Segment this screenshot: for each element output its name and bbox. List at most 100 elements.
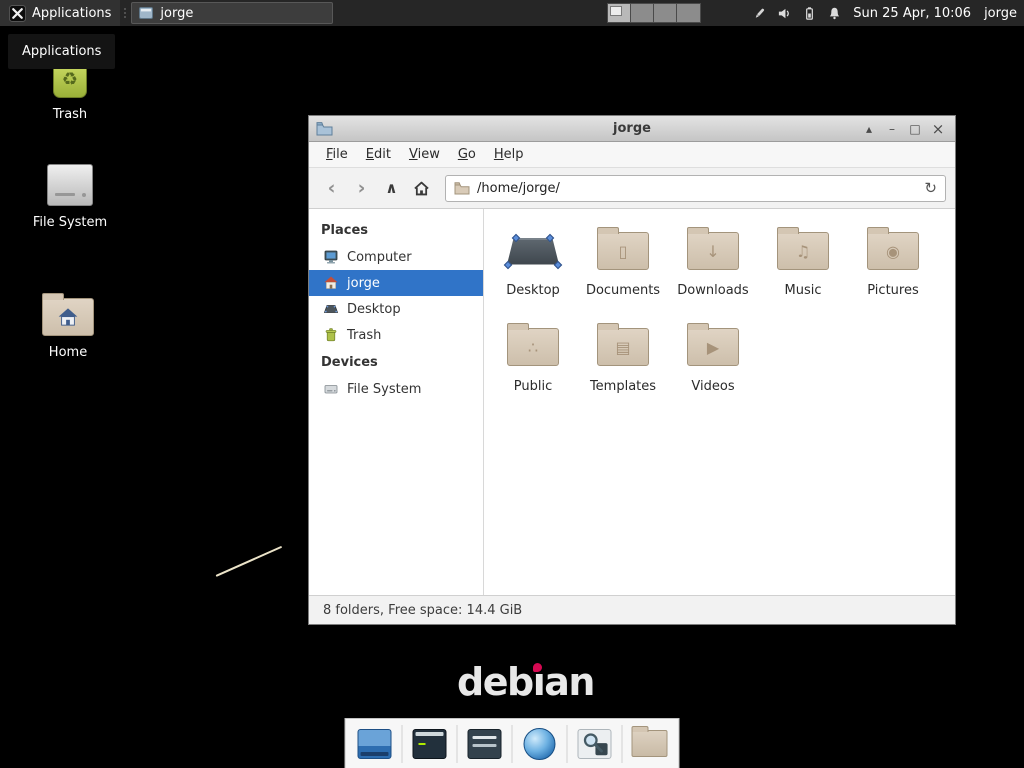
folder-label: Templates [590,379,656,394]
user-menu[interactable]: jorge [984,6,1017,21]
titlebar[interactable]: jorge ▴ – □ × [309,116,955,142]
filesystem-drive-icon [47,164,93,206]
workspace-pager[interactable] [607,3,701,23]
folder-icon: ◉ [867,232,919,270]
dock-item-panel[interactable] [465,724,505,764]
forward-button[interactable]: › [348,175,375,202]
folder-item-public[interactable]: ∴ Public [488,318,578,414]
share-emblem-icon: ∴ [508,329,558,365]
debian-wordmark: debıan [457,660,594,706]
video-emblem-icon: ▶ [688,329,738,365]
back-button[interactable]: ‹ [318,175,345,202]
applications-menu-button[interactable]: Applications [0,0,120,26]
home-label: Home [49,345,87,360]
menu-help[interactable]: Help [485,142,533,168]
folder-label: Documents [586,283,660,298]
folder-item-pictures[interactable]: ◉ Pictures [848,222,938,318]
dock-item-web-browser[interactable] [520,724,560,764]
taskbar-window-icon [139,7,153,19]
home-button[interactable] [408,175,435,202]
clock[interactable]: Sun 25 Apr, 10:06 [853,6,971,21]
workspace-2[interactable] [631,4,654,22]
sidebar-item-filesystem[interactable]: File System [309,376,483,402]
shade-button[interactable]: ▴ [859,119,879,139]
folder-icon: ▤ [597,328,649,366]
dock-separator [512,725,513,763]
maximize-button[interactable]: □ [905,119,925,139]
applications-menu-icon [9,5,26,22]
dock-item-file-manager[interactable] [630,724,670,764]
bell-icon[interactable] [827,6,842,21]
applications-menu-label: Applications [32,6,111,21]
sidebar-label: File System [347,382,421,397]
file-manager-window: jorge ▴ – □ × File Edit View Go Help ‹ ›… [308,115,956,625]
menu-file[interactable]: File [317,142,357,168]
dock-item-terminal[interactable] [410,724,450,764]
folder-icon: ↓ [687,232,739,270]
up-button[interactable]: ∧ [378,175,405,202]
folder-label: Videos [691,379,734,394]
folder-label: Music [785,283,822,298]
menu-view[interactable]: View [400,142,449,168]
dock [345,718,680,768]
taskbar-window-button[interactable]: jorge [131,2,333,24]
window-controls: ▴ – □ × [859,119,948,139]
desktop-icon-filesystem[interactable]: File System [18,160,122,230]
document-emblem-icon: ▯ [598,233,648,269]
recycle-icon: ♻ [62,69,78,90]
sidebar-item-jorge[interactable]: jorge [309,270,483,296]
camera-emblem-icon: ◉ [868,233,918,269]
sidebar: Places Computer jorge [309,209,484,595]
folder-icon: ∴ [507,328,559,366]
computer-icon [323,249,339,265]
sidebar-item-desktop[interactable]: Desktop [309,296,483,322]
minimize-button[interactable]: – [882,119,902,139]
folder-item-documents[interactable]: ▯ Documents [578,222,668,318]
folder-item-music[interactable]: ♫ Music [758,222,848,318]
home-folder-icon [42,298,94,336]
magnifier-icon [578,729,612,759]
wordmark-left: deb [457,660,533,704]
folder-item-videos[interactable]: ▶ Videos [668,318,758,414]
refresh-icon[interactable]: ↻ [924,179,937,197]
chevron-up-icon: ∧ [385,181,397,196]
chevron-left-icon: ‹ [328,179,336,198]
volume-icon[interactable] [777,6,792,21]
folder-item-templates[interactable]: ▤ Templates [578,318,668,414]
download-arrow-icon: ↓ [688,233,738,269]
folder-item-desktop[interactable]: Desktop [488,222,578,318]
sidebar-item-trash[interactable]: Trash [309,322,483,348]
dock-separator [402,725,403,763]
taskbar-window-label: jorge [160,6,193,21]
path-text[interactable]: /home/jorge/ [477,181,917,196]
folder-icon: ▯ [597,232,649,270]
sidebar-label: Desktop [347,302,401,317]
dock-item-show-desktop[interactable] [355,724,395,764]
trash-icon [323,327,339,343]
battery-icon[interactable] [802,6,817,21]
home-icon [323,275,339,291]
music-note-icon: ♫ [778,233,828,269]
sidebar-item-computer[interactable]: Computer [309,244,483,270]
menu-go[interactable]: Go [449,142,485,168]
dock-item-app-finder[interactable] [575,724,615,764]
system-tray [752,6,842,21]
top-panel: Applications jorge [0,0,1024,26]
house-icon [57,307,79,327]
folder-view: Desktop ▯ Documents ↓ Downloads [484,209,955,595]
sidebar-label: jorge [347,276,380,291]
workspace-4[interactable] [677,4,700,22]
path-bar[interactable]: /home/jorge/ ↻ [445,175,946,202]
sidebar-label: Trash [347,328,381,343]
workspace-1[interactable] [608,4,631,22]
pen-icon[interactable] [752,6,767,21]
statusbar-text: 8 folders, Free space: 14.4 GiB [323,603,522,618]
folder-label: Downloads [677,283,748,298]
places-heading: Places [309,216,483,244]
user-desktop-icon [505,231,561,271]
folder-item-downloads[interactable]: ↓ Downloads [668,222,758,318]
desktop-icon-home[interactable]: Home [16,290,120,360]
workspace-3[interactable] [654,4,677,22]
menu-edit[interactable]: Edit [357,142,400,168]
close-button[interactable]: × [928,119,948,139]
